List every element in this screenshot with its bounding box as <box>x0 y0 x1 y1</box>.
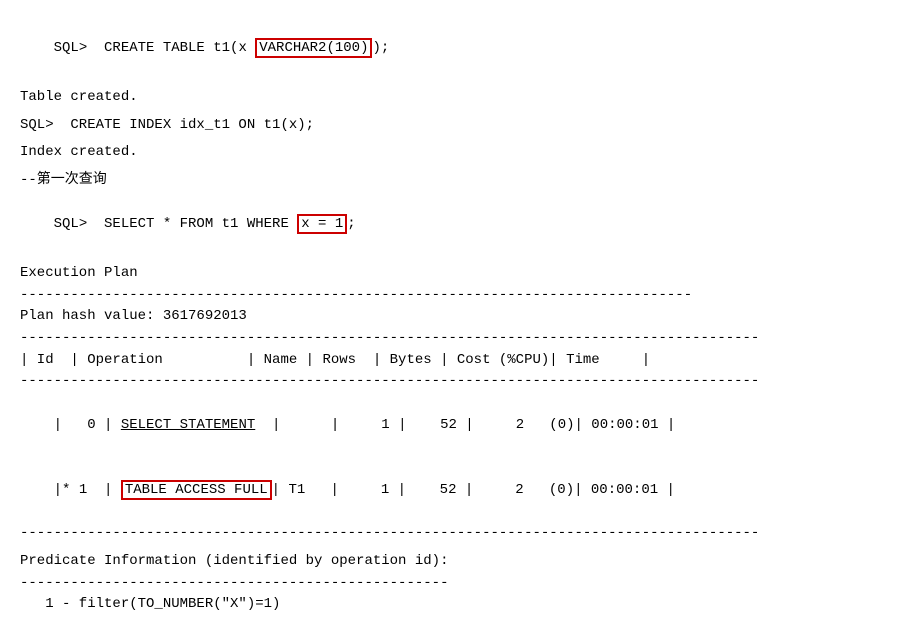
separator1: ----------------------------------------… <box>20 285 886 307</box>
index-created-line: Index created. <box>20 142 886 164</box>
row1-pre: |* 1 | <box>54 482 121 498</box>
separator2: ----------------------------------------… <box>20 573 886 595</box>
table-row-0: | 0 | SELECT STATEMENT | | 1 | 52 | 2 (0… <box>20 393 886 458</box>
where-condition-highlight: x = 1 <box>297 214 347 234</box>
select-end: ; <box>347 216 355 232</box>
table-access-full-highlight: TABLE ACCESS FULL <box>121 480 272 500</box>
table-separator3: ----------------------------------------… <box>20 523 886 545</box>
table-created-line: Table created. <box>20 87 886 109</box>
create-index-line: SQL> CREATE INDEX idx_t1 ON t1(x); <box>20 115 886 137</box>
table-header-row: | Id | Operation | Name | Rows | Bytes |… <box>20 350 886 372</box>
predicate-info-label: Predicate Information (identified by ope… <box>20 551 886 573</box>
create-table-pre: SQL> CREATE TABLE t1(x <box>54 40 256 56</box>
filter-line: 1 - filter(TO_NUMBER("X")=1) <box>20 594 886 616</box>
comment-line: --第一次查询 <box>20 170 886 192</box>
select-pre: SQL> SELECT * FROM t1 WHERE <box>54 216 298 232</box>
varchar2-highlight: VARCHAR2(100) <box>255 38 372 58</box>
row0-pre: | 0 | <box>54 417 121 433</box>
table-row-1: |* 1 | TABLE ACCESS FULL| T1 | 1 | 52 | … <box>20 458 886 523</box>
create-table-end: ); <box>372 40 389 56</box>
select-line: SQL> SELECT * FROM t1 WHERE x = 1; <box>20 192 886 257</box>
row0-end: | | 1 | 52 | 2 (0)| 00:00:01 | <box>255 417 675 433</box>
sql-output: SQL> CREATE TABLE t1(x VARCHAR2(100)); T… <box>20 16 886 616</box>
select-statement-text: SELECT STATEMENT <box>121 417 255 433</box>
table-separator1: ----------------------------------------… <box>20 328 886 350</box>
row1-mid: | T1 | 1 | 52 | 2 (0)| 00:00:01 | <box>272 482 675 498</box>
table-separator2: ----------------------------------------… <box>20 371 886 393</box>
execution-plan-label: Execution Plan <box>20 263 886 285</box>
plan-hash-line: Plan hash value: 3617692013 <box>20 306 886 328</box>
create-table-line: SQL> CREATE TABLE t1(x VARCHAR2(100)); <box>20 16 886 81</box>
